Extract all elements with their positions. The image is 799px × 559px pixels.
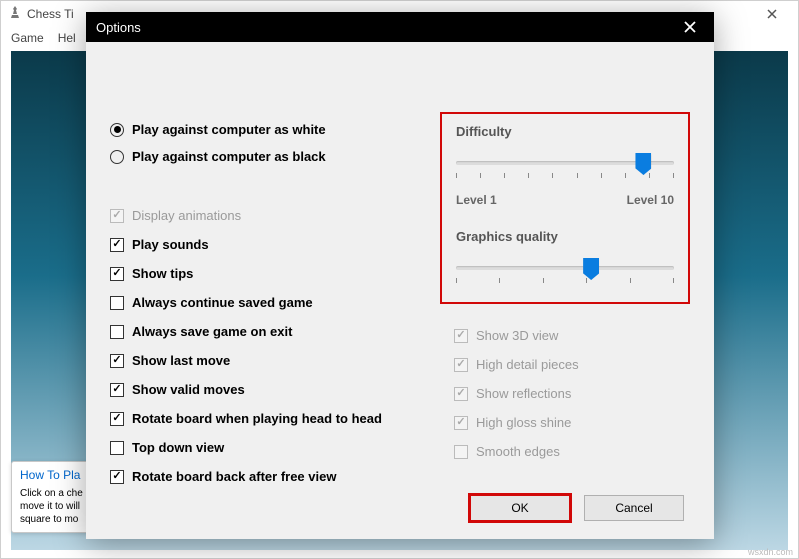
checkbox-label: High gloss shine bbox=[476, 415, 571, 430]
checkbox-icon bbox=[110, 238, 124, 252]
menu-game[interactable]: Game bbox=[11, 31, 44, 45]
dialog-title: Options bbox=[96, 20, 141, 35]
radio-icon bbox=[110, 123, 124, 137]
bg-window-title: Chess Ti bbox=[27, 7, 74, 21]
radio-play-black[interactable]: Play against computer as black bbox=[110, 149, 440, 164]
checkbox-always-continue[interactable]: Always continue saved game bbox=[110, 295, 440, 310]
checkbox-label: Show last move bbox=[132, 353, 230, 368]
slider-thumb-icon[interactable] bbox=[635, 153, 651, 175]
checkbox-icon bbox=[454, 358, 468, 372]
cancel-button[interactable]: Cancel bbox=[584, 495, 684, 521]
dialog-titlebar: Options bbox=[86, 12, 714, 42]
checkbox-icon bbox=[110, 470, 124, 484]
checkbox-label: Show valid moves bbox=[132, 382, 245, 397]
options-dialog: Options Play against computer as white P… bbox=[86, 12, 714, 539]
radio-label: Play against computer as black bbox=[132, 149, 326, 164]
checkbox-label: Play sounds bbox=[132, 237, 209, 252]
checkbox-high-detail: High detail pieces bbox=[454, 357, 690, 372]
checkbox-label: Show reflections bbox=[476, 386, 571, 401]
checkbox-rotate-after-free-view[interactable]: Rotate board back after free view bbox=[110, 469, 440, 484]
slider-thumb-icon[interactable] bbox=[583, 258, 599, 280]
checkbox-top-down-view[interactable]: Top down view bbox=[110, 440, 440, 455]
checkbox-smooth-edges: Smooth edges bbox=[454, 444, 690, 459]
footer-watermark: wsxdn.com bbox=[748, 547, 793, 557]
checkbox-label: High detail pieces bbox=[476, 357, 579, 372]
difficulty-slider[interactable] bbox=[456, 155, 674, 195]
checkbox-label: Smooth edges bbox=[476, 444, 560, 459]
checkbox-label: Rotate board when playing head to head bbox=[132, 411, 382, 426]
checkbox-icon bbox=[110, 267, 124, 281]
radio-icon bbox=[110, 150, 124, 164]
checkbox-label: Always continue saved game bbox=[132, 295, 313, 310]
checkbox-icon bbox=[110, 441, 124, 455]
checkbox-icon bbox=[110, 296, 124, 310]
checkbox-rotate-head-to-head[interactable]: Rotate board when playing head to head bbox=[110, 411, 440, 426]
bg-close-button[interactable] bbox=[750, 1, 794, 27]
checkbox-icon bbox=[110, 354, 124, 368]
checkbox-label: Rotate board back after free view bbox=[132, 469, 336, 484]
checkbox-icon bbox=[454, 445, 468, 459]
menu-help[interactable]: Hel bbox=[58, 31, 76, 45]
difficulty-min: Level 1 bbox=[456, 193, 497, 207]
checkbox-reflections: Show reflections bbox=[454, 386, 690, 401]
checkbox-always-save[interactable]: Always save game on exit bbox=[110, 324, 440, 339]
radio-label: Play against computer as white bbox=[132, 122, 326, 137]
checkbox-icon bbox=[110, 412, 124, 426]
difficulty-label: Difficulty bbox=[456, 124, 674, 139]
ok-button[interactable]: OK bbox=[470, 495, 570, 521]
checkbox-play-sounds[interactable]: Play sounds bbox=[110, 237, 440, 252]
checkbox-icon bbox=[110, 383, 124, 397]
checkbox-show-3d: Show 3D view bbox=[454, 328, 690, 343]
checkbox-icon bbox=[110, 325, 124, 339]
checkbox-icon bbox=[110, 209, 124, 223]
graphics-slider[interactable] bbox=[456, 260, 674, 300]
checkbox-label: Display animations bbox=[132, 208, 241, 223]
checkbox-show-last-move[interactable]: Show last move bbox=[110, 353, 440, 368]
checkbox-icon bbox=[454, 329, 468, 343]
graphics-label: Graphics quality bbox=[456, 229, 674, 244]
radio-play-white[interactable]: Play against computer as white bbox=[110, 122, 440, 137]
checkbox-display-animations: Display animations bbox=[110, 208, 440, 223]
difficulty-section: Difficulty Level 1 Level 10 Graphics qua… bbox=[440, 112, 690, 304]
chess-app-icon bbox=[7, 4, 23, 25]
checkbox-label: Show 3D view bbox=[476, 328, 558, 343]
checkbox-show-valid-moves[interactable]: Show valid moves bbox=[110, 382, 440, 397]
checkbox-label: Show tips bbox=[132, 266, 193, 281]
checkbox-gloss: High gloss shine bbox=[454, 415, 690, 430]
checkbox-show-tips[interactable]: Show tips bbox=[110, 266, 440, 281]
checkbox-label: Top down view bbox=[132, 440, 224, 455]
close-icon[interactable] bbox=[676, 13, 704, 41]
checkbox-label: Always save game on exit bbox=[132, 324, 292, 339]
checkbox-icon bbox=[454, 387, 468, 401]
difficulty-max: Level 10 bbox=[627, 193, 674, 207]
checkbox-icon bbox=[454, 416, 468, 430]
